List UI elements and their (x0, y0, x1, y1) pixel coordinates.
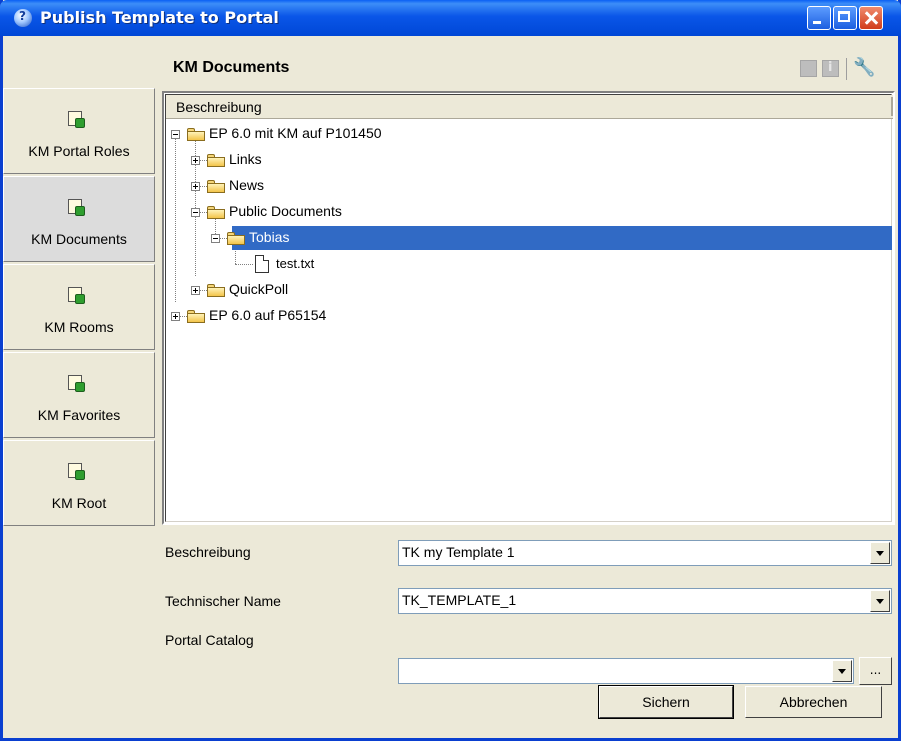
expand-icon[interactable] (171, 312, 180, 321)
window-title: Publish Template to Portal (40, 8, 279, 27)
beschreibung-value: TK my Template 1 (402, 544, 515, 560)
folder-icon (187, 128, 205, 141)
tree-node-label: News (229, 177, 265, 193)
folder-icon (227, 232, 245, 245)
portal-page-icon (68, 199, 85, 216)
cancel-button[interactable]: Abbrechen (745, 686, 882, 718)
disabled-square-icon (800, 60, 817, 77)
file-icon (255, 255, 269, 273)
portal-page-icon (68, 463, 85, 480)
page-title: KM Documents (173, 59, 290, 76)
sidebar-item-km-portal-roles[interactable]: KM Portal Roles (3, 88, 155, 174)
maximize-button[interactable] (833, 6, 857, 30)
portal-page-icon (68, 375, 85, 392)
tree-node-label: Tobias (249, 229, 290, 245)
folder-icon (207, 154, 225, 167)
chevron-down-icon[interactable] (870, 542, 890, 564)
expand-icon[interactable] (191, 182, 200, 191)
sidebar-item-km-favorites[interactable]: KM Favorites (3, 352, 155, 438)
tree-node-label: QuickPoll (229, 281, 289, 297)
close-button[interactable] (859, 6, 883, 30)
folder-icon (207, 180, 225, 193)
sidebar-item-label: KM Rooms (44, 319, 114, 335)
browse-catalog-button[interactable]: ... (859, 657, 892, 685)
folder-icon (187, 310, 205, 323)
sidebar-item-km-root[interactable]: KM Root (3, 440, 155, 526)
collapse-icon[interactable] (191, 208, 200, 217)
app-icon: ? (14, 9, 32, 27)
folder-icon (207, 284, 225, 297)
tree-node-label: test.txt (276, 256, 315, 271)
sidebar-item-label: KM Favorites (37, 407, 121, 423)
collapse-icon[interactable] (211, 234, 220, 243)
column-header-beschreibung[interactable]: Beschreibung (166, 95, 893, 119)
beschreibung-label: Beschreibung (165, 544, 251, 560)
tree-node-label: EP 6.0 auf P65154 (209, 307, 327, 323)
sidebar-item-km-rooms[interactable]: KM Rooms (3, 264, 155, 350)
maximize-icon (834, 7, 856, 29)
title-bar[interactable]: ? Publish Template to Portal (0, 0, 901, 36)
publish-template-window: ? Publish Template to Portal KM Document… (0, 0, 901, 741)
document-tree[interactable]: Beschreibung EP 6.0 mit KM auf P101450 L… (162, 91, 895, 525)
tree-view: Beschreibung EP 6.0 mit KM auf P101450 L… (165, 94, 893, 522)
tree-node-label: Links (229, 151, 262, 167)
portal-page-icon (68, 111, 85, 128)
portal-catalog-label: Portal Catalog (165, 632, 254, 648)
technischer-name-combo[interactable]: TK_TEMPLATE_1 (398, 588, 892, 614)
tree-node-ep-60-auf-p65154[interactable]: EP 6.0 auf P65154 (166, 304, 886, 328)
tree-node-public-documents[interactable]: Public Documents (166, 200, 886, 224)
sidebar: KM Portal Roles KM Documents KM Rooms KM… (3, 88, 156, 526)
collapse-icon[interactable] (171, 130, 180, 139)
tree-node-label: Public Documents (229, 203, 342, 219)
save-button[interactable]: Sichern (598, 685, 734, 719)
sidebar-item-km-documents[interactable]: KM Documents (3, 176, 155, 262)
tree-node-label: EP 6.0 mit KM auf P101450 (209, 125, 382, 141)
minimize-icon (808, 7, 830, 29)
folder-icon (207, 206, 225, 219)
portal-page-icon (68, 287, 85, 304)
expand-icon[interactable] (191, 156, 200, 165)
tree-node-test-txt[interactable]: test.txt (166, 252, 886, 276)
technischer-name-label: Technischer Name (165, 593, 281, 609)
technischer-name-value: TK_TEMPLATE_1 (402, 592, 517, 608)
tree-node-links[interactable]: Links (166, 148, 886, 172)
beschreibung-combo[interactable]: TK my Template 1 (398, 540, 892, 566)
chevron-down-icon[interactable] (832, 660, 852, 682)
chevron-down-icon[interactable] (870, 590, 890, 612)
sidebar-item-label: KM Portal Roles (28, 143, 130, 159)
tree-node-news[interactable]: News (166, 174, 886, 198)
expand-icon[interactable] (191, 286, 200, 295)
info-icon (822, 60, 839, 77)
close-icon (860, 7, 882, 29)
sidebar-item-label: KM Documents (31, 231, 127, 247)
tree-node-tobias[interactable]: Tobias (166, 226, 886, 250)
minimize-button[interactable] (807, 6, 831, 30)
tree-node-ep-60-mit-km[interactable]: EP 6.0 mit KM auf P101450 (166, 122, 886, 146)
portal-catalog-combo[interactable] (398, 658, 854, 684)
tools-icon[interactable]: 🔧 (853, 57, 875, 78)
sidebar-item-label: KM Root (51, 495, 107, 511)
toolbar-separator (846, 58, 847, 80)
tree-node-quickpoll[interactable]: QuickPoll (166, 278, 886, 302)
column-header-label: Beschreibung (176, 99, 262, 115)
